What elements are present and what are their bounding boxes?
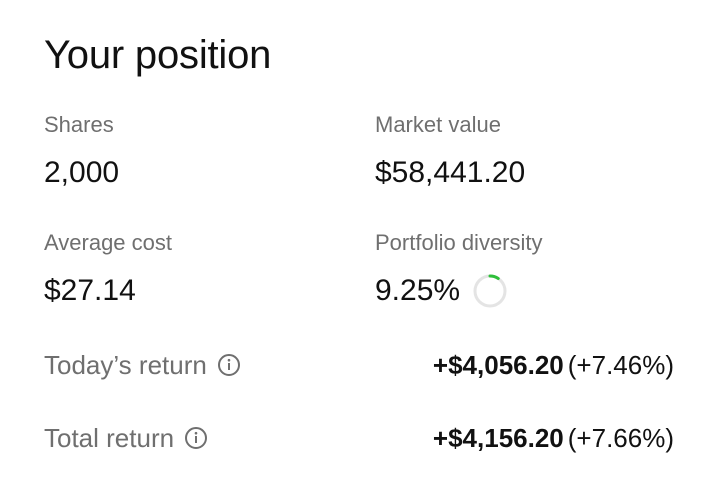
info-icon[interactable]: [184, 426, 208, 450]
todays-return-label-group: Today’s return: [44, 350, 241, 381]
total-return-label: Total return: [44, 422, 175, 453]
average-cost-label: Average cost: [44, 230, 173, 255]
portfolio-diversity-value: 9.25%: [375, 274, 461, 307]
todays-return-value: +$4,056.20 (+7.46%): [433, 350, 674, 381]
portfolio-diversity-label: Portfolio diversity: [375, 230, 543, 255]
portfolio-diversity-row: 9.25%: [375, 273, 543, 309]
info-icon[interactable]: [217, 353, 241, 377]
todays-return-amount: +$4,056.20: [432, 349, 564, 380]
total-return-amount: +$4,156.20: [432, 422, 564, 453]
total-return-value: +$4,156.20 (+7.66%): [433, 423, 674, 454]
shares-value: 2,000: [44, 156, 120, 189]
total-return-percent: (+7.66%): [567, 422, 674, 453]
diversity-ring-track: [473, 274, 507, 308]
portfolio-diversity-stat: Portfolio diversity 9.25%: [375, 230, 543, 309]
average-cost-value: $27.14: [44, 274, 136, 307]
diversity-ring-icon: [473, 274, 507, 308]
total-return-row: Total return +$4,156.20 (+7.66%): [44, 418, 674, 458]
todays-return-row: Today’s return +$4,056.20 (+7.46%): [44, 345, 674, 385]
page-title: Your position: [44, 33, 272, 77]
total-return-label-group: Total return: [44, 423, 208, 454]
average-cost-stat: Average cost $27.14: [44, 230, 172, 309]
todays-return-percent: (+7.46%): [567, 349, 674, 380]
todays-return-label: Today’s return: [44, 349, 207, 380]
market-value-value: $58,441.20: [375, 156, 526, 189]
market-value-stat: Market value $58,441.20: [375, 112, 525, 191]
market-value-label: Market value: [375, 112, 501, 137]
shares-stat: Shares 2,000: [44, 112, 119, 191]
shares-label: Shares: [44, 112, 114, 137]
